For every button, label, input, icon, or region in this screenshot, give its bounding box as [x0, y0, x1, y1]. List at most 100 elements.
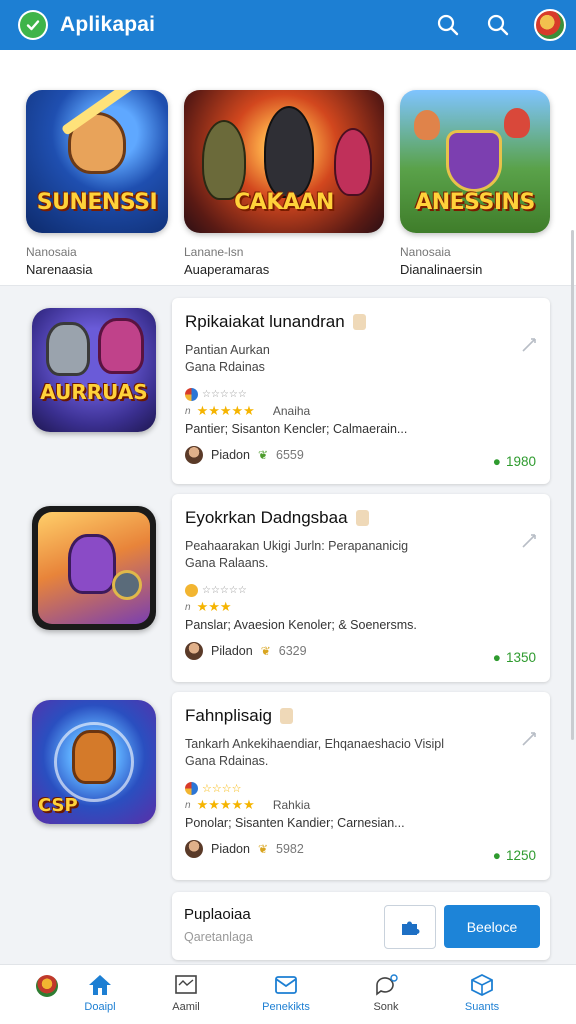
app-card[interactable]: Eyokrkan Dadngsbaa Peahaarakan Ukigi Jur… — [172, 494, 550, 682]
featured-item[interactable]: CAKAAN Lanane-lsn Auaperamaras — [184, 90, 384, 277]
app-title: Fahnplisaig — [185, 706, 272, 725]
featured-thumbnail: ANESSINS — [400, 90, 550, 233]
app-icon[interactable]: AURRUAS — [32, 308, 156, 432]
app-rating: ☆☆☆☆☆ n ★★★★★ Anaiha — [185, 388, 311, 418]
price-value: 1250 — [505, 848, 536, 863]
scrollbar[interactable] — [571, 230, 574, 740]
puzzle-button[interactable] — [384, 905, 436, 949]
featured-subtitle: Nanosaia — [26, 245, 77, 259]
app-meta: Ponolar; Sisanten Kandier; Carnesian... — [185, 816, 405, 830]
app-title: Aplikapai — [60, 13, 156, 36]
app-description-line: Peahaarakan Ukigi Jurln: Perapananicig — [185, 539, 409, 553]
app-price: ● 1980 — [493, 454, 536, 469]
edit-pencil-icon[interactable] — [520, 532, 538, 550]
app-description: Peahaarakan Ukigi Jurln: Perapananicig G… — [185, 538, 515, 572]
search-icon[interactable] — [434, 11, 462, 39]
nav-label: Aamil — [172, 1001, 200, 1013]
featured-thumbnail: CAKAAN — [184, 90, 384, 233]
tag-icon — [355, 510, 369, 526]
rating-text: Anaiha — [272, 404, 311, 418]
nav-item-messages[interactable]: Penekikts — [246, 973, 326, 1013]
app-description-line: Gana Rdainas. — [185, 754, 269, 768]
nav-item-store[interactable]: Suants — [442, 973, 522, 1013]
app-price: ● 1350 — [493, 650, 536, 665]
app-description: Pantian Aurkan Gana Rdainas — [185, 342, 515, 376]
app-title: Eyokrkan Dadngsbaa — [185, 508, 348, 527]
bottom-navigation: Doaipl Aamil Penekikts Sonk Suants — [0, 964, 576, 1024]
rating-stars: ★★★★★ — [196, 403, 255, 418]
tag-icon — [352, 314, 366, 330]
nav-label: Suants — [464, 1001, 500, 1013]
leaf-icon: ❦ — [260, 644, 271, 658]
rating-stars: ★★★★★ — [196, 797, 255, 812]
check-logo-icon — [18, 10, 48, 40]
featured-art-label: ANESSINS — [415, 190, 535, 215]
user-avatar[interactable] — [534, 9, 566, 41]
profile-avatar[interactable] — [36, 975, 58, 997]
featured-thumbnail: SUNENSSI — [26, 90, 168, 233]
author-name: Piadon — [211, 448, 250, 462]
image-frame-icon — [175, 975, 197, 994]
app-author: Piladon ❦ 6329 — [185, 642, 307, 660]
app-author: Piadon ❦ 5982 — [185, 840, 304, 858]
app-title: Rpikaiakat lunandran — [185, 312, 345, 331]
app-description-line: Gana Rdainas — [185, 360, 265, 374]
featured-art-label: CAKAAN — [234, 190, 334, 215]
nav-label: Penekikts — [262, 1001, 310, 1013]
tag-icon — [279, 708, 293, 724]
home-icon — [89, 975, 111, 995]
leaf-icon: ❦ — [257, 842, 268, 856]
chat-bubble-icon — [376, 974, 398, 996]
price-tag-icon: ● — [492, 848, 501, 863]
author-name: Piladon — [211, 644, 253, 658]
app-rating: ☆☆☆☆☆ n ★★★ — [185, 584, 247, 614]
author-name: Piadon — [211, 842, 250, 856]
app-art-label: CSP — [38, 795, 78, 816]
app-header: Aplikapai — [0, 0, 576, 50]
action-card: Puplaoiaa Qaretanlaga Beeloce — [172, 892, 550, 960]
box-icon — [471, 973, 493, 997]
leaf-icon: ❦ — [257, 448, 268, 462]
globe-icon — [185, 782, 198, 795]
app-icon[interactable]: CSP — [32, 700, 156, 824]
rating-text: Rahkia — [272, 798, 311, 812]
app-art-label: AURRUAS — [40, 380, 148, 404]
price-tag-icon: ● — [492, 650, 501, 665]
app-card[interactable]: Rpikaiakat lunandran Pantian Aurkan Gana… — [172, 298, 550, 484]
app-description: Tankarh Ankekihaendiar, Ehqanaeshacio Vi… — [185, 736, 515, 770]
featured-item[interactable]: ANESSINS Nanosaia Dianalinaersin — [400, 90, 550, 277]
nav-label: Sonk — [373, 1001, 399, 1013]
app-icon[interactable] — [32, 506, 156, 630]
nav-item-chat[interactable]: Sonk — [346, 973, 426, 1013]
featured-subtitle: Nanosaia — [400, 245, 451, 259]
action-subtitle: Qaretanlaga — [184, 930, 253, 944]
download-count: 5982 — [276, 842, 304, 856]
rating-outline-stars: ☆☆☆☆ — [202, 783, 242, 795]
primary-action-button[interactable]: Beeloce — [444, 905, 540, 948]
edit-pencil-icon[interactable] — [520, 336, 538, 354]
envelope-icon — [275, 976, 297, 994]
download-count: 6329 — [278, 644, 307, 658]
app-description-line: Pantian Aurkan — [185, 343, 270, 357]
app-description-line: Gana Ralaans. — [185, 556, 269, 570]
app-author: Piadon ❦ 6559 — [185, 446, 304, 464]
nav-item-mail[interactable]: Aamil — [146, 973, 226, 1013]
author-avatar — [185, 840, 203, 858]
featured-subtitle: Lanane-lsn — [184, 245, 244, 259]
globe-icon — [185, 388, 198, 401]
nav-item-home[interactable]: Doaipl — [60, 973, 140, 1013]
rating-stars: ★★★ — [196, 599, 232, 614]
puzzle-icon — [402, 921, 420, 935]
search-icon-secondary[interactable] — [484, 11, 512, 39]
download-count: 6559 — [276, 448, 304, 462]
price-tag-icon: ● — [492, 454, 501, 469]
edit-pencil-icon[interactable] — [520, 730, 538, 748]
author-avatar — [185, 642, 203, 660]
featured-name: Narenaasia — [26, 262, 93, 277]
app-card[interactable]: Fahnplisaig Tankarh Ankekihaendiar, Ehqa… — [172, 692, 550, 880]
price-value: 1350 — [505, 650, 536, 665]
app-description-line: Tankarh Ankekihaendiar, Ehqanaeshacio Vi… — [185, 737, 444, 751]
price-value: 1980 — [505, 454, 536, 469]
featured-section: SUNENSSI Nanosaia Narenaasia CAKAAN Lana… — [0, 50, 576, 286]
featured-item[interactable]: SUNENSSI Nanosaia Narenaasia — [26, 90, 168, 277]
